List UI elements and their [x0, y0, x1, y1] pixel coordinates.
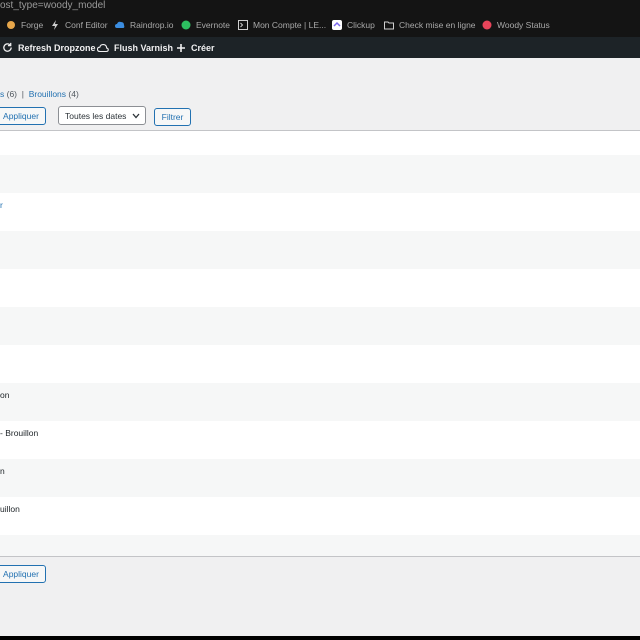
bottom-bulk-apply-button[interactable]: Appliquer [0, 565, 46, 583]
bolt-icon [52, 20, 58, 30]
status-link-previous[interactable]: s [0, 89, 4, 99]
flush-varnish-button[interactable]: Flush Varnish [97, 37, 173, 58]
bookmark-evernote[interactable]: Evernote [181, 13, 230, 37]
bookmarks-bar: Forge Conf Editor Raindrop.io Evernote M… [0, 13, 640, 37]
row-title: uillon [0, 504, 20, 514]
table-row[interactable] [0, 155, 640, 193]
bookmark-check-mise-en-ligne[interactable]: Check mise en ligne [384, 13, 476, 37]
posts-table: r on - Brouillon n uillon [0, 130, 640, 557]
status-count-previous: (6) [6, 89, 18, 99]
wp-admin-bar: Refresh Dropzone Flush Varnish Créer [0, 37, 640, 58]
folder-icon [384, 21, 394, 30]
refresh-icon [3, 42, 12, 52]
table-row[interactable]: n [0, 459, 640, 497]
date-filter-value: Toutes les dates [65, 110, 127, 121]
table-row[interactable]: r [0, 193, 640, 231]
refresh-dropzone-button[interactable]: Refresh Dropzone [2, 37, 96, 58]
row-title: n [0, 466, 5, 476]
table-header-row [0, 131, 640, 155]
table-row[interactable] [0, 269, 640, 307]
bookmark-clickup[interactable]: Clickup [332, 13, 375, 37]
window-bottom-edge [0, 636, 640, 640]
url-text: ost_type=woody_model [0, 0, 106, 11]
table-footer-row [0, 535, 640, 556]
row-title[interactable]: r [0, 200, 3, 210]
terminal-icon [238, 20, 248, 30]
status-separator: | [21, 89, 24, 99]
row-title: - Brouillon [0, 428, 39, 438]
status-count-drafts: (4) [68, 89, 79, 99]
bookmark-forge[interactable]: Forge [6, 13, 43, 37]
status-icon [482, 20, 492, 30]
table-row[interactable] [0, 231, 640, 269]
chevron-down-icon [132, 113, 140, 118]
admin-content: s (6) | Brouillons (4) Appliquer Toutes … [0, 58, 640, 636]
plus-icon [177, 43, 185, 52]
table-row[interactable] [0, 307, 640, 345]
bookmark-conf-editor[interactable]: Conf Editor [50, 13, 108, 37]
table-row[interactable]: - Brouillon [0, 421, 640, 459]
table-row[interactable]: on [0, 383, 640, 421]
browser-url-bar[interactable]: ost_type=woody_model [0, 0, 640, 13]
clickup-icon [332, 20, 342, 30]
date-filter-select[interactable]: Toutes les dates [58, 106, 146, 125]
post-status-links: s (6) | Brouillons (4) [0, 89, 79, 99]
bookmark-raindrop[interactable]: Raindrop.io [115, 13, 173, 37]
bulk-apply-button[interactable]: Appliquer [0, 107, 46, 125]
table-row[interactable]: uillon [0, 497, 640, 535]
bookmark-woody-status[interactable]: Woody Status [482, 13, 550, 37]
table-row[interactable] [0, 345, 640, 383]
filter-button[interactable]: Filtrer [154, 108, 191, 126]
flame-icon [7, 21, 15, 29]
cloud-icon [115, 21, 125, 28]
cloud-icon [97, 43, 109, 52]
row-title: on [0, 390, 10, 400]
create-new-button[interactable]: Créer [176, 37, 215, 58]
status-link-drafts[interactable]: Brouillons [29, 89, 66, 99]
bookmark-mon-compte[interactable]: Mon Compte | LE... [238, 13, 326, 37]
elephant-icon [181, 20, 191, 30]
